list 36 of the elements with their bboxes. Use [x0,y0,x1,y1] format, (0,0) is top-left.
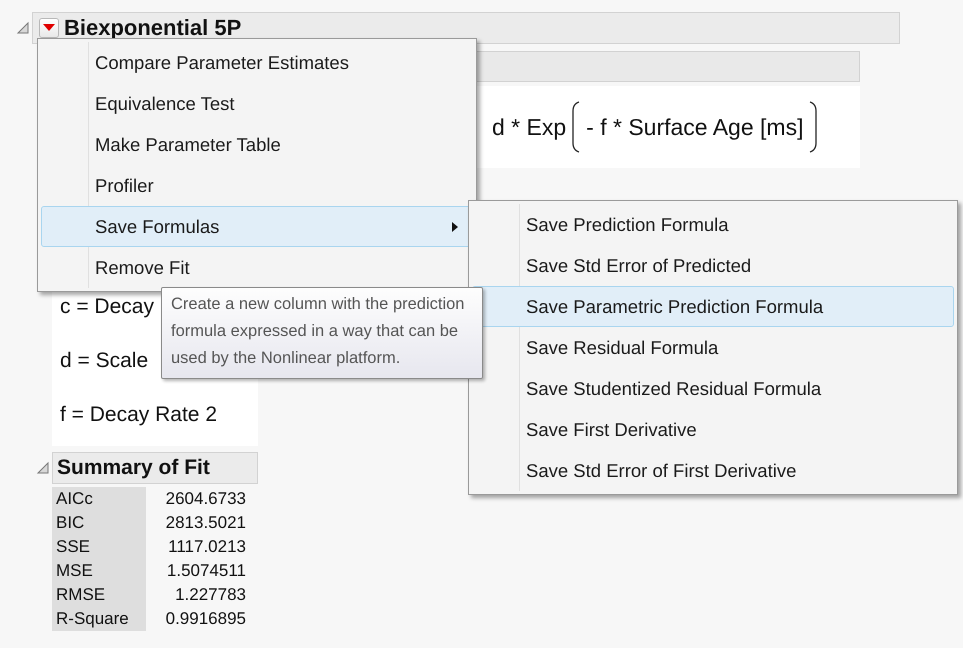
stat-value: 1.5074511 [146,559,254,583]
menu-item[interactable]: Save Parametric Prediction Formula [472,286,954,327]
stat-value: 1.227783 [146,583,254,607]
right-bracket [809,101,818,153]
menu-item[interactable]: Save Std Error of Predicted [472,245,954,286]
menu-item[interactable]: Compare Parameter Estimates [41,42,473,83]
options-menu-button[interactable] [39,18,59,38]
tooltip: Create a new column with the prediction formula expressed in a way that can be used by the Nonlinear platform. [161,287,483,379]
submenu-arrow-icon [452,222,458,232]
parameter-label: d = Scale [60,349,148,373]
summary-header: Summary of Fit [52,452,258,484]
stat-value: 1117.0213 [146,535,254,559]
stat-label: MSE [52,559,146,583]
menu-item[interactable]: Save First Derivative [472,409,954,450]
menu-item[interactable]: Save Prediction Formula [472,204,954,245]
stat-value: 2604.6733 [146,487,254,511]
disclosure-icon[interactable] [36,461,50,475]
stat-label: RMSE [52,583,146,607]
stat-label: BIC [52,511,146,535]
menu-item[interactable]: Save Std Error of First Derivative [472,450,954,491]
menu-item[interactable]: Profiler [41,165,473,206]
stat-label: AICc [52,487,146,511]
stat-value: 2813.5021 [146,511,254,535]
disclosure-icon[interactable] [16,21,30,35]
menu-item[interactable]: Make Parameter Table [41,124,473,165]
stat-value: 0.9916895 [146,607,254,631]
formula-text: d * Exp [492,114,566,140]
left-bracket [572,101,580,153]
stat-label: R-Square [52,607,146,631]
stat-label: SSE [52,535,146,559]
parameter-label: c = Decay [60,295,154,319]
dropdown-triangle-icon [43,24,55,32]
formula-text: - f * Surface Age [ms] [586,114,804,140]
parameter-label: f = Decay Rate 2 [60,403,217,427]
report-title: Biexponential 5P [64,15,242,41]
menu-item[interactable]: Equivalence Test [41,83,473,124]
